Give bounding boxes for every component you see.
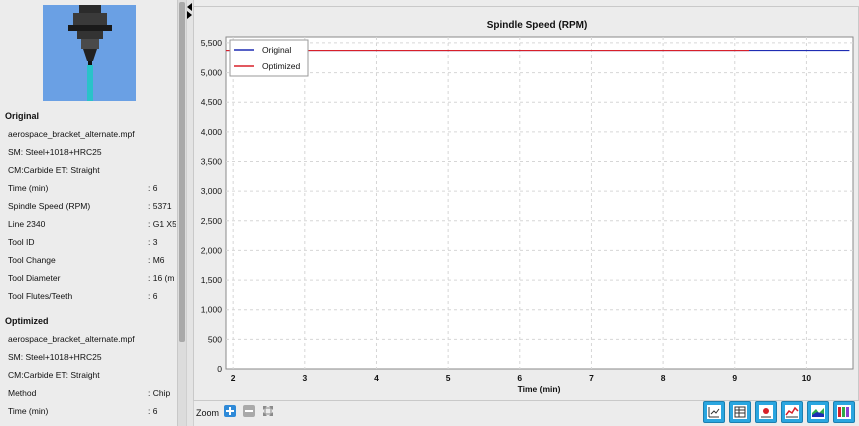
original-sm: SM: Steel+1018+HRC25 — [8, 147, 102, 157]
x-axis-label: Time (min) — [518, 384, 561, 394]
cutting-tool-image — [43, 5, 136, 101]
row-value: : 3 — [148, 237, 158, 247]
row-label: Time (min) — [8, 406, 49, 416]
collapse-left-arrow-icon[interactable] — [187, 3, 192, 11]
x-tick-label: 9 — [732, 373, 737, 383]
y-tick-label: 1,000 — [201, 305, 223, 315]
row-label: Tool Flutes/Teeth — [8, 291, 73, 301]
y-tick-label: 3,000 — [201, 186, 223, 196]
row-label: Tool Diameter — [8, 273, 61, 283]
info-panel: Original aerospace_bracket_alternate.mpf… — [0, 0, 176, 426]
row-label: Method — [8, 388, 37, 398]
optimized-heading: Optimized — [5, 316, 49, 326]
original-file: aerospace_bracket_alternate.mpf — [8, 129, 135, 139]
y-tick-label: 2,000 — [201, 245, 223, 255]
y-axis-ticks: 0 500 1,000 1,500 2,000 2,500 3,000 3,500 4,000 4… — [201, 38, 223, 374]
y-tick-label: 0 — [217, 364, 222, 374]
optimized-cm: CM:Carbide ET: Straight — [8, 370, 100, 380]
chart-panel: Spindle Speed (RPM) 0 500 1,000 1,500 2,000 2… — [193, 6, 859, 401]
row-value: : 5371 — [148, 201, 172, 211]
chart-properties-icon[interactable] — [703, 401, 725, 423]
row-label: Time (min) — [8, 183, 49, 193]
expand-right-arrow-icon[interactable] — [187, 11, 192, 19]
x-tick-label: 5 — [446, 373, 451, 383]
legend-label-original: Original — [262, 45, 291, 55]
legend-label-optimized: Optimized — [262, 61, 301, 71]
scrollbar-thumb[interactable] — [179, 2, 185, 342]
marker-icon[interactable] — [755, 401, 777, 423]
row-value: : G1 X5 — [148, 219, 176, 229]
zoom-fit-icon[interactable] — [262, 405, 274, 417]
y-tick-label: 2,500 — [201, 216, 223, 226]
color-bars-icon[interactable] — [833, 401, 855, 423]
y-tick-label: 4,000 — [201, 127, 223, 137]
x-axis-ticks: 2 3 4 5 6 7 8 9 10 — [231, 373, 812, 383]
x-tick-label: 6 — [517, 373, 522, 383]
zoom-in-icon[interactable] — [224, 405, 236, 417]
x-tick-label: 4 — [374, 373, 379, 383]
chart-toolbar: Zoom — [193, 400, 857, 426]
row-label: Tool ID — [8, 237, 35, 247]
line-chart-icon[interactable] — [781, 401, 803, 423]
zoom-label: Zoom — [196, 408, 220, 418]
row-value: : Chip — [148, 388, 171, 398]
chart-title: Spindle Speed (RPM) — [487, 20, 588, 31]
x-tick-label: 3 — [302, 373, 307, 383]
data-table-icon[interactable] — [729, 401, 751, 423]
spindle-speed-chart: Spindle Speed (RPM) 0 500 1,000 1,500 2,000 2… — [201, 20, 854, 394]
row-value: : 6 — [148, 183, 158, 193]
row-label: Line 2340 — [8, 219, 46, 229]
chart-legend: Original Optimized — [229, 39, 309, 77]
optimized-file: aerospace_bracket_alternate.mpf — [8, 334, 135, 344]
area-chart-icon[interactable] — [807, 401, 829, 423]
y-tick-label: 500 — [208, 334, 222, 344]
x-tick-label: 10 — [802, 373, 812, 383]
x-tick-label: 8 — [661, 373, 666, 383]
plot-area — [225, 36, 854, 370]
y-tick-label: 5,000 — [201, 68, 223, 78]
y-tick-label: 1,500 — [201, 275, 223, 285]
y-tick-label: 5,500 — [201, 38, 223, 48]
zoom-out-icon[interactable] — [243, 405, 255, 417]
y-tick-label: 4,500 — [201, 97, 223, 107]
y-tick-label: 3,500 — [201, 157, 223, 167]
optimized-sm: SM: Steel+1018+HRC25 — [8, 352, 102, 362]
info-panel-scrollbar[interactable] — [177, 0, 186, 426]
original-heading: Original — [5, 111, 40, 121]
row-label: Spindle Speed (RPM) — [8, 201, 91, 211]
row-value: : 16 (m — [148, 273, 175, 283]
cutting-tool-icon — [43, 5, 136, 101]
row-value: : 6 — [148, 291, 158, 301]
x-tick-label: 2 — [231, 373, 236, 383]
row-value: : 6 — [148, 406, 158, 416]
row-label: Tool Change — [8, 255, 56, 265]
x-tick-label: 7 — [589, 373, 594, 383]
row-value: : M6 — [148, 255, 165, 265]
original-cm: CM:Carbide ET: Straight — [8, 165, 100, 175]
